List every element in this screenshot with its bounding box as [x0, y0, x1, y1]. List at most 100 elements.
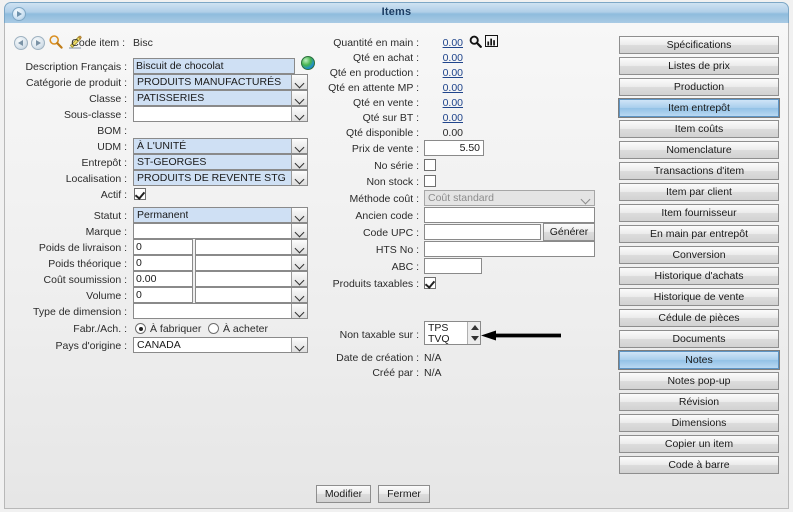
udm-label: UDM : — [97, 141, 127, 153]
scroll-down-icon[interactable] — [471, 336, 479, 341]
statut-label: Statut : — [93, 210, 127, 222]
marque-combo[interactable] — [133, 223, 308, 239]
radio-a-fabriquer[interactable] — [135, 323, 146, 334]
classe-value: PATISSERIES — [137, 92, 205, 104]
code-upc-input[interactable] — [424, 224, 541, 240]
button-cedule-de-pieces[interactable]: Cédule de pièces — [619, 309, 779, 327]
magnifier-icon[interactable] — [469, 35, 482, 48]
chevron-down-icon[interactable] — [291, 139, 307, 153]
chevron-down-icon[interactable] — [291, 171, 307, 185]
udm-combo[interactable]: À L'UNITÉ — [133, 138, 308, 154]
classe-combo[interactable]: PATISSERIES — [133, 90, 308, 106]
no-serie-label: No série : — [374, 160, 419, 172]
button-historique-d-achats[interactable]: Historique d'achats — [619, 267, 779, 285]
hts-no-input[interactable] — [424, 241, 595, 257]
bar-chart-icon[interactable] — [485, 35, 498, 47]
chevron-down-icon[interactable] — [291, 91, 307, 105]
type-de-dimension-combo[interactable] — [133, 303, 308, 319]
description-francais-input[interactable] — [133, 58, 295, 74]
generer-button[interactable]: Générer — [543, 223, 595, 241]
methode-cout-combo[interactable]: Coût standard — [424, 190, 595, 206]
abc-input[interactable] — [424, 258, 482, 274]
non-taxable-sur-listbox[interactable]: TPS TVQ — [424, 321, 481, 345]
statut-combo[interactable]: Permanent — [133, 207, 308, 223]
button-copier-un-item[interactable]: Copier un item — [619, 435, 779, 453]
chevron-down-icon[interactable] — [291, 224, 307, 238]
chevron-down-icon[interactable] — [291, 240, 307, 254]
actif-checkbox[interactable] — [134, 188, 146, 200]
button-listes-de-prix[interactable]: Listes de prix — [619, 57, 779, 75]
chevron-down-icon[interactable] — [291, 75, 307, 89]
chevron-down-icon[interactable] — [291, 208, 307, 222]
methode-cout-label: Méthode coût : — [349, 193, 419, 205]
scroll-up-icon[interactable] — [471, 325, 479, 330]
button-production[interactable]: Production — [619, 78, 779, 96]
cout-soumission-label: Coût soumission : — [43, 274, 127, 286]
button-item-fournisseur[interactable]: Item fournisseur — [619, 204, 779, 222]
chevron-down-icon[interactable] — [578, 191, 594, 205]
sous-classe-label: Sous-classe : — [63, 109, 127, 121]
pays-d-origine-combo[interactable]: CANADA — [133, 337, 308, 353]
chevron-down-icon[interactable] — [291, 288, 307, 302]
actif-label: Actif : — [100, 189, 127, 201]
items-window: Items Code item : Bisc Description Franç… — [0, 0, 793, 512]
poids-de-livraison-unit-combo[interactable] — [195, 239, 308, 255]
ancien-code-input[interactable] — [424, 207, 595, 223]
localisation-combo[interactable]: PRODUITS DE REVENTE STG — [133, 170, 308, 186]
button-documents[interactable]: Documents — [619, 330, 779, 348]
fabr-ach-label: Fabr./Ach. : — [73, 323, 127, 335]
volume-unit-combo[interactable] — [195, 287, 308, 303]
chevron-down-icon[interactable] — [291, 107, 307, 121]
categorie-de-produit-label: Catégorie de produit : — [26, 77, 127, 89]
qte-en-vente-value[interactable]: 0.00 — [435, 96, 463, 110]
classe-label: Classe : — [89, 93, 127, 105]
chevron-down-icon[interactable] — [291, 304, 307, 318]
button-historique-de-vente[interactable]: Historique de vente — [619, 288, 779, 306]
qte-en-production-label: Qté en production : — [329, 67, 419, 79]
modifier-button[interactable]: Modifier — [316, 485, 371, 503]
button-specifications[interactable]: Spécifications — [619, 36, 779, 54]
button-transactions-d-item[interactable]: Transactions d'item — [619, 162, 779, 180]
button-item-couts[interactable]: Item coûts — [619, 120, 779, 138]
qte-en-production-value[interactable]: 0.00 — [435, 66, 463, 80]
quantite-en-main-value[interactable]: 0.00 — [435, 36, 463, 50]
button-revision[interactable]: Révision — [619, 393, 779, 411]
categorie-de-produit-combo[interactable]: PRODUITS MANUFACTURÉS — [133, 74, 308, 90]
abc-label: ABC : — [391, 261, 419, 273]
produits-taxables-checkbox[interactable] — [424, 277, 436, 289]
fermer-button[interactable]: Fermer — [378, 485, 430, 503]
poids-de-livraison-label: Poids de livraison : — [38, 242, 127, 254]
button-notes-pop-up[interactable]: Notes pop-up — [619, 372, 779, 390]
chevron-down-icon[interactable] — [291, 155, 307, 169]
no-serie-checkbox[interactable] — [424, 159, 436, 171]
globe-icon[interactable] — [301, 56, 315, 70]
button-notes[interactable]: Notes — [619, 351, 779, 369]
button-en-main-par-entrepot[interactable]: En main par entrepôt — [619, 225, 779, 243]
qte-en-attente-mp-value[interactable]: 0.00 — [435, 81, 463, 95]
cout-soumission-unit-combo[interactable] — [195, 271, 308, 287]
button-nomenclature[interactable]: Nomenclature — [619, 141, 779, 159]
radio-a-acheter[interactable] — [208, 323, 219, 334]
volume-input[interactable] — [133, 287, 193, 303]
qte-sur-bt-value[interactable]: 0.00 — [435, 111, 463, 125]
button-conversion[interactable]: Conversion — [619, 246, 779, 264]
methode-cout-value: Coût standard — [428, 192, 494, 204]
poids-theorique-input[interactable] — [133, 255, 193, 271]
listbox-scrollbar[interactable] — [467, 322, 480, 344]
poids-theorique-unit-combo[interactable] — [195, 255, 308, 271]
chevron-down-icon[interactable] — [291, 338, 307, 352]
chevron-down-icon[interactable] — [291, 272, 307, 286]
button-item-entrepot[interactable]: Item entrepôt — [619, 99, 779, 117]
poids-de-livraison-input[interactable] — [133, 239, 193, 255]
non-stock-checkbox[interactable] — [424, 175, 436, 187]
cout-soumission-input[interactable] — [133, 271, 193, 287]
prix-de-vente-label: Prix de vente : — [351, 143, 419, 155]
entrepot-combo[interactable]: ST-GEORGES — [133, 154, 308, 170]
qte-en-achat-value[interactable]: 0.00 — [435, 51, 463, 65]
sous-classe-combo[interactable] — [133, 106, 308, 122]
button-dimensions[interactable]: Dimensions — [619, 414, 779, 432]
prix-de-vente-input[interactable] — [424, 140, 484, 156]
button-code-a-barre[interactable]: Code à barre — [619, 456, 779, 474]
button-item-par-client[interactable]: Item par client — [619, 183, 779, 201]
chevron-down-icon[interactable] — [291, 256, 307, 270]
